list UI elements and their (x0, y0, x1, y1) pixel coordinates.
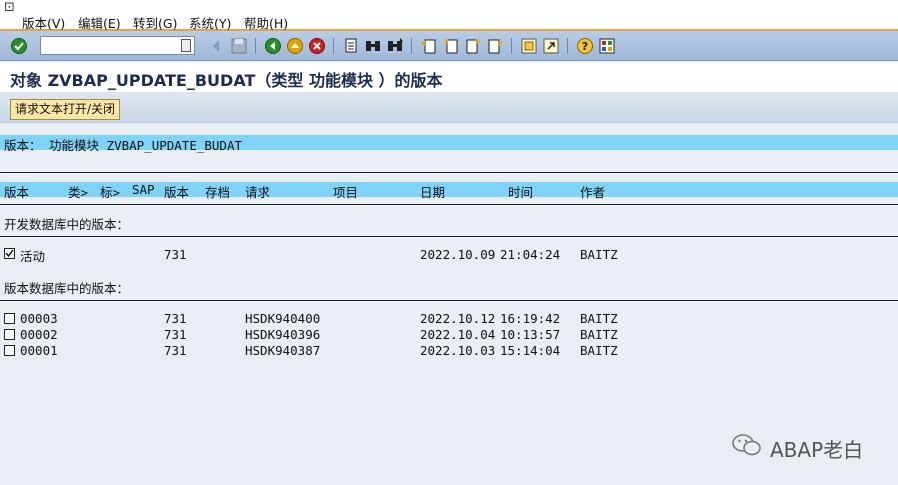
last-page-icon[interactable] (486, 37, 504, 55)
divider (0, 172, 898, 173)
row-date: 2022.10.04 (420, 327, 496, 342)
row-date: 2022.10.03 (420, 343, 496, 358)
command-history-dropdown-icon[interactable] (181, 39, 191, 52)
toolbar-separator (333, 38, 334, 54)
row-date: 2022.10.12 (420, 311, 496, 326)
col-request[interactable]: 请求 (245, 182, 270, 201)
row-author: BAITZ (580, 327, 618, 342)
next-page-icon[interactable] (464, 37, 482, 55)
find-icon[interactable] (364, 37, 382, 55)
col-sap[interactable]: SAP (132, 182, 155, 197)
active-row-author: BAITZ (580, 247, 618, 262)
svg-text:?: ? (582, 40, 588, 53)
divider (0, 236, 898, 237)
command-field[interactable] (40, 36, 195, 55)
row-request: HSDK940400 (245, 311, 321, 326)
active-row-checkbox[interactable] (4, 248, 15, 259)
menu-system[interactable]: 系统(Y) (189, 13, 231, 32)
new-session-icon[interactable] (520, 37, 538, 55)
exit-icon[interactable] (286, 37, 304, 55)
toolbar-separator (255, 38, 256, 54)
row-release: 731 (164, 343, 187, 358)
wechat-logo-icon (732, 434, 761, 456)
watermark-text: ABAP老白 (770, 438, 864, 462)
find-next-icon[interactable] (386, 37, 404, 55)
first-page-icon[interactable] (420, 37, 438, 55)
col-version[interactable]: 版本 (4, 182, 29, 201)
divider (0, 204, 898, 205)
help-icon[interactable]: ? (576, 37, 594, 55)
row-version: 00003 (20, 311, 58, 326)
col-mark[interactable]: 标> (100, 182, 120, 201)
row-checkbox[interactable] (4, 345, 15, 356)
row-version: 00001 (20, 343, 58, 358)
row-request: HSDK940396 (245, 327, 321, 342)
active-row-release: 731 (164, 247, 187, 262)
row-version: 00002 (20, 327, 58, 342)
col-time[interactable]: 时间 (508, 182, 533, 201)
row-author: BAITZ (580, 343, 618, 358)
toolbar-separator (567, 38, 568, 54)
active-row-label: 活动 (20, 249, 46, 264)
row-checkbox[interactable] (4, 329, 15, 340)
menu-bar: ⊡ 版本(V) 编辑(E) 转到(G) 系统(Y) 帮助(H) (0, 0, 898, 31)
divider (0, 300, 898, 301)
request-text-toggle-button[interactable]: 请求文本打开/关闭 (10, 99, 121, 120)
row-checkbox[interactable] (4, 313, 15, 324)
active-row-time: 21:04:24 (500, 247, 561, 262)
version-header: 版本： 功能模块 ZVBAP_UPDATE_BUDAT (4, 138, 243, 153)
col-item[interactable]: 项目 (333, 182, 358, 201)
menu-corner-icon[interactable]: ⊡ (4, 0, 15, 15)
col-date[interactable]: 日期 (420, 182, 445, 201)
menu-goto[interactable]: 转到(G) (133, 13, 177, 32)
row-author: BAITZ (580, 311, 618, 326)
col-author[interactable]: 作者 (580, 182, 605, 201)
enter-icon[interactable] (10, 37, 28, 55)
menu-help[interactable]: 帮助(H) (244, 13, 288, 32)
row-time: 10:13:57 (500, 327, 561, 342)
menu-edit[interactable]: 编辑(E) (78, 13, 121, 32)
ver-section-label: 版本数据库中的版本： (4, 281, 130, 296)
menu-version[interactable]: 版本(V) (22, 13, 65, 32)
row-time: 16:19:42 (500, 311, 561, 326)
checkmark-icon (5, 249, 14, 258)
row-release: 731 (164, 327, 187, 342)
toolbar-separator (511, 38, 512, 54)
row-release: 731 (164, 311, 187, 326)
toolbar-separator (411, 38, 412, 54)
shortcut-icon[interactable] (542, 37, 560, 55)
print-icon[interactable] (342, 37, 360, 55)
back-green-icon[interactable] (264, 37, 282, 55)
back-icon[interactable] (207, 37, 225, 55)
col-archive[interactable]: 存档 (205, 182, 230, 201)
page-title: 对象 ZVBAP_UPDATE_BUDAT（类型 功能模块 ）的版本 (10, 71, 443, 90)
row-time: 15:14:04 (500, 343, 561, 358)
prev-page-icon[interactable] (442, 37, 460, 55)
application-toolbar: 请求文本打开/关闭 (0, 92, 898, 123)
row-request: HSDK940387 (245, 343, 321, 358)
dev-section-label: 开发数据库中的版本： (4, 217, 130, 232)
standard-toolbar: ? (0, 31, 898, 61)
save-icon[interactable] (230, 37, 248, 55)
col-release[interactable]: 版本 (164, 182, 189, 201)
col-type[interactable]: 类> (68, 182, 88, 201)
active-row-date: 2022.10.09 (420, 247, 496, 262)
title-bar: 对象 ZVBAP_UPDATE_BUDAT（类型 功能模块 ）的版本 (0, 62, 898, 92)
cancel-icon[interactable] (308, 37, 326, 55)
layout-icon[interactable] (598, 37, 616, 55)
